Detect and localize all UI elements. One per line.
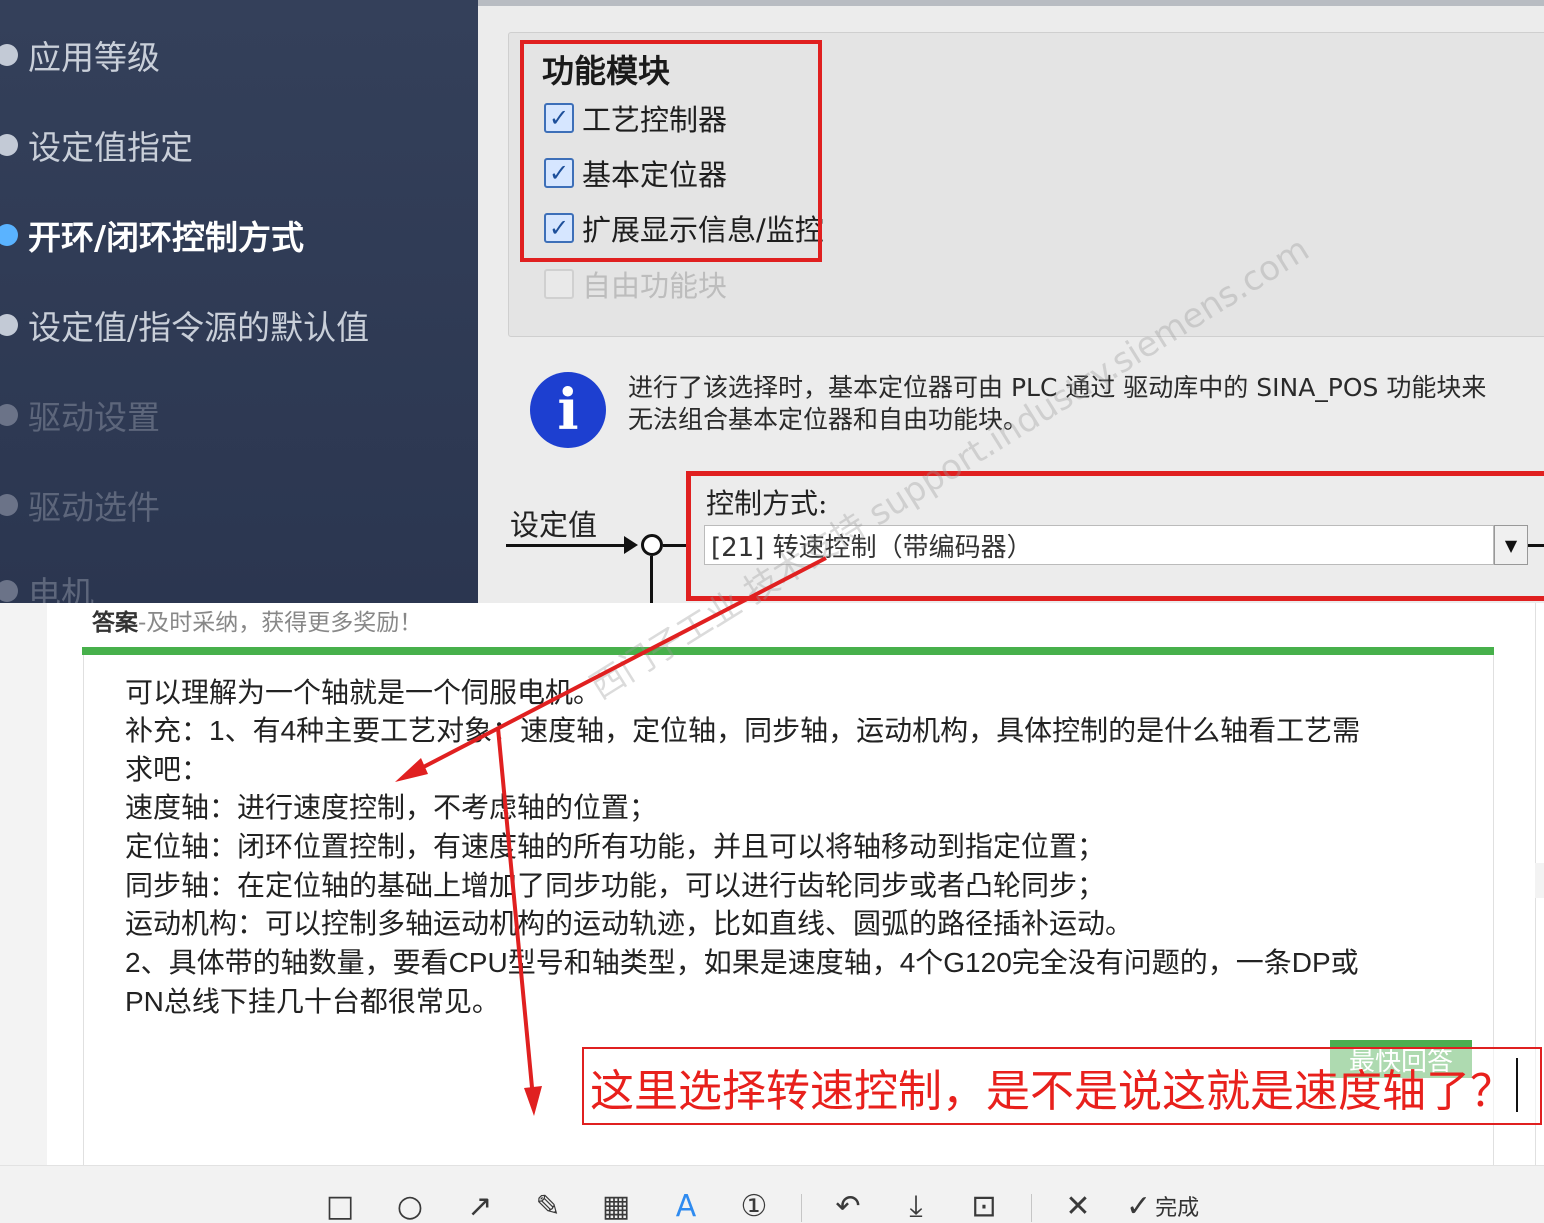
control-mode-select[interactable]: [21] 转速控制（带编码器） xyxy=(704,525,1494,565)
nav-item-label: 电机 xyxy=(28,574,94,603)
download-tool-icon[interactable]: ⤓ xyxy=(898,1188,934,1223)
nav-item-application-class[interactable]: 应用等级 xyxy=(0,30,160,80)
embedded-wizard-screenshot: 应用等级 设定值指定 开环/闭环控制方式 设定值/指令源的默认值 驱动设置 驱动… xyxy=(0,0,1544,603)
info-text: 进行了该选择时，基本定位器可由 PLC 通过 驱动库中的 SINA_POS 功能… xyxy=(628,372,1544,436)
answer-line: 运动机构：可以控制多轴运动机构的运动轨迹，比如直线、圆弧的路径插补运动。 xyxy=(125,908,1134,939)
rectangle-tool-icon[interactable]: □ xyxy=(322,1188,358,1223)
signal-line xyxy=(663,544,687,547)
nav-bullet-icon xyxy=(0,580,18,602)
nav-item-setpoint-defaults[interactable]: 设定值/指令源的默认值 xyxy=(0,300,369,350)
done-label: 完成 xyxy=(1155,1196,1200,1221)
signal-line xyxy=(1528,544,1544,547)
nav-active-icon xyxy=(0,224,18,246)
toolbar-separator xyxy=(801,1194,802,1222)
pin-tool-icon[interactable]: ⊡ xyxy=(966,1188,1002,1223)
answer-header-subtitle: -及时采纳，获得更多奖励！ xyxy=(138,610,423,636)
info-text-line: 无法组合基本定位器和自由功能块。 xyxy=(628,405,1029,434)
checkbox-label: 自由功能块 xyxy=(582,269,728,303)
arrow-tool-icon[interactable]: ↗ xyxy=(462,1188,498,1223)
toolbar-separator xyxy=(1031,1194,1032,1222)
number-tool-icon[interactable]: ① xyxy=(736,1188,772,1223)
nav-item-drive-settings[interactable]: 驱动设置 xyxy=(0,390,160,440)
answer-line: 速度轴：进行速度控制，不考虑轴的位置； xyxy=(125,792,658,823)
nav-check-icon xyxy=(0,134,18,156)
answer-line: 可以理解为一个轴就是一个伺服电机。 xyxy=(125,677,602,708)
answer-header: 答案-及时采纳，获得更多奖励！ xyxy=(92,603,422,637)
signal-line xyxy=(506,544,630,547)
answer-header-title: 答案 xyxy=(92,610,138,636)
control-mode-label: 控制方式: xyxy=(706,487,828,520)
nav-check-icon xyxy=(0,44,18,66)
nav-item-label: 开环/闭环控制方式 xyxy=(28,218,305,257)
pen-tool-icon[interactable]: ✎ xyxy=(530,1188,566,1223)
undo-tool-icon[interactable]: ↶ xyxy=(830,1188,866,1223)
answer-line: 2、具体带的轴数量，要看CPU型号和轴类型，如果是速度轴，4个G120完全没有问… xyxy=(125,947,1359,978)
nav-bullet-icon xyxy=(0,404,18,426)
answer-accent-bar xyxy=(82,647,1494,655)
ellipse-tool-icon[interactable]: ○ xyxy=(392,1188,428,1223)
info-text-line: 进行了该选择时，基本定位器可由 PLC 通过 驱动库中的 SINA_POS 功能… xyxy=(628,373,1487,402)
nav-item-label: 应用等级 xyxy=(28,38,160,77)
feedback-line xyxy=(650,556,653,603)
answer-line: 补充：1、有4种主要工艺对象：速度轴，定位轴，同步轴，运动机构，具体控制的是什么… xyxy=(125,715,1361,746)
answer-line: 同步轴：在定位轴的基础上增加了同步功能，可以进行齿轮同步或者凸轮同步； xyxy=(125,870,1106,901)
mosaic-tool-icon[interactable]: ▦ xyxy=(598,1188,634,1223)
answer-line: 定位轴：闭环位置控制，有速度轴的所有功能，并且可以将轴移动到指定位置； xyxy=(125,831,1106,862)
dropdown-arrow-icon[interactable]: ▼ xyxy=(1494,525,1528,565)
nav-item-control-mode[interactable]: 开环/闭环控制方式 xyxy=(0,210,304,260)
nav-item-drive-options[interactable]: 驱动选件 xyxy=(0,480,160,530)
annotation-question-text[interactable]: 这里选择转速控制，是不是说这就是速度轴了？ xyxy=(590,1055,1514,1119)
nav-bullet-icon xyxy=(0,494,18,516)
side-panel-edge xyxy=(1535,603,1544,863)
signal-arrowhead-icon xyxy=(624,536,638,554)
nav-item-setpoint-spec[interactable]: 设定值指定 xyxy=(0,120,193,170)
check-icon: ✓ xyxy=(1126,1188,1152,1223)
wizard-nav-panel: 应用等级 设定值指定 开环/闭环控制方式 设定值/指令源的默认值 驱动设置 驱动… xyxy=(0,0,478,603)
wizard-content-panel: 功能模块 ✓ 工艺控制器 ✓ 基本定位器 ✓ 扩展显示信息/监控 自由功能块 i… xyxy=(478,0,1544,603)
done-button[interactable]: ✓ 完成 xyxy=(1126,1188,1226,1223)
checkbox-free-function-blocks: 自由功能块 xyxy=(544,264,727,304)
summing-node-icon xyxy=(641,534,663,556)
panel-top-strip xyxy=(478,0,1544,6)
info-icon: i xyxy=(530,372,606,448)
answer-line: PN总线下挂几十台都很常见。 xyxy=(125,986,500,1017)
text-caret xyxy=(1516,1058,1518,1112)
nav-item-label: 驱动选件 xyxy=(28,488,160,527)
annotation-toolbar: □ ○ ↗ ✎ ▦ A ① ↶ ⤓ ⊡ ✕ ✓ 完成 xyxy=(0,1165,1544,1223)
nav-bullet-icon xyxy=(0,314,18,336)
answer-line: 求吧： xyxy=(125,754,210,785)
close-tool-icon[interactable]: ✕ xyxy=(1060,1188,1096,1223)
nav-item-label: 设定值/指令源的默认值 xyxy=(28,308,370,347)
checkbox-unchecked-icon xyxy=(544,269,574,299)
nav-item-label: 设定值指定 xyxy=(28,128,193,167)
setpoint-label: 设定值 xyxy=(510,508,598,542)
text-tool-icon[interactable]: A xyxy=(668,1188,704,1223)
nav-item-label: 驱动设置 xyxy=(28,398,160,437)
annotation-red-rectangle xyxy=(520,40,822,262)
nav-item-motor[interactable]: 电机 xyxy=(0,566,94,603)
